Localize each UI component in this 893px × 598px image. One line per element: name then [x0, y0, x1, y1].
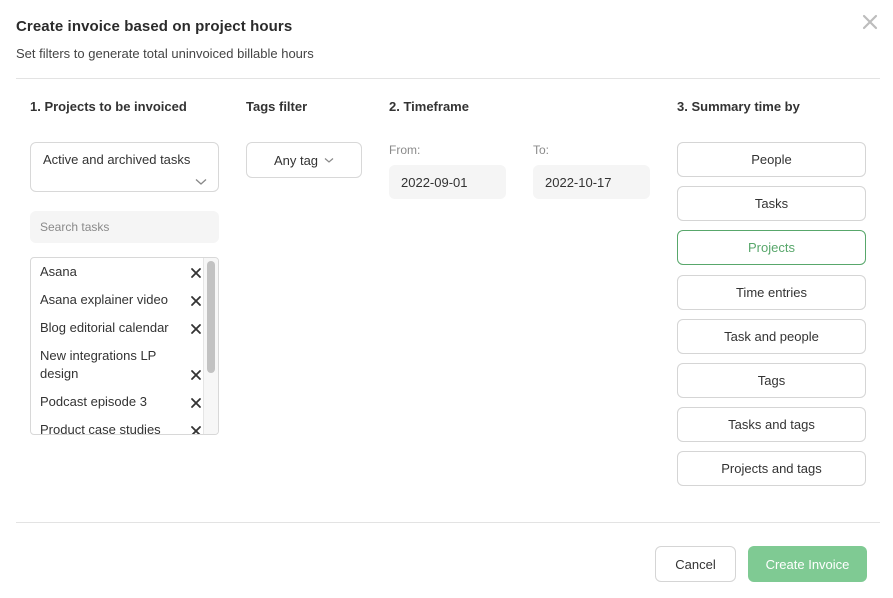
remove-task-icon[interactable]	[189, 396, 203, 410]
tags-select[interactable]: Any tag	[246, 142, 362, 178]
search-tasks-input[interactable]	[30, 211, 219, 243]
summary-option-time-entries[interactable]: Time entries	[677, 275, 866, 310]
chevron-down-icon	[195, 178, 207, 186]
summary-option-projects[interactable]: Projects	[677, 230, 866, 265]
task-list-scrollbar[interactable]	[203, 258, 218, 434]
tags-select-value: Any tag	[273, 152, 319, 168]
dialog-subtitle: Set filters to generate total uninvoiced…	[16, 46, 314, 61]
footer-divider	[16, 522, 880, 523]
summary-option-people[interactable]: People	[677, 142, 866, 177]
projects-select-value: Active and archived tasks	[43, 152, 191, 167]
task-list: Asana Asana explainer video Blog editorial…	[30, 257, 219, 435]
summary-option-tags[interactable]: Tags	[677, 363, 866, 398]
task-list-item: Blog editorial calendar	[31, 314, 203, 342]
task-name: Product case studies	[40, 422, 161, 435]
remove-task-icon[interactable]	[189, 424, 203, 434]
from-date-input[interactable]	[389, 165, 506, 199]
close-icon[interactable]	[859, 11, 881, 33]
timeframe-label: 2. Timeframe	[389, 99, 469, 114]
scrollbar-thumb[interactable]	[207, 261, 215, 373]
tags-filter-label: Tags filter	[246, 99, 308, 114]
chevron-down-icon	[324, 157, 334, 164]
task-name: Blog editorial calendar	[40, 320, 169, 335]
remove-task-icon[interactable]	[189, 368, 203, 382]
task-list-item: Asana	[31, 258, 203, 286]
from-label: From:	[389, 143, 421, 157]
to-label: To:	[533, 143, 550, 157]
projects-label: 1. Projects to be invoiced	[30, 99, 187, 114]
remove-task-icon[interactable]	[189, 294, 203, 308]
header-divider	[16, 78, 880, 79]
task-name: Podcast episode 3	[40, 394, 147, 409]
summary-label: 3. Summary time by	[677, 99, 800, 114]
cancel-button[interactable]: Cancel	[655, 546, 736, 582]
summary-option-tasks-and-tags[interactable]: Tasks and tags	[677, 407, 866, 442]
task-name: Asana	[40, 264, 77, 279]
task-list-item: New integrations LP design	[31, 342, 203, 388]
task-list-item: Asana explainer video	[31, 286, 203, 314]
summary-option-projects-and-tags[interactable]: Projects and tags	[677, 451, 866, 486]
remove-task-icon[interactable]	[189, 322, 203, 336]
remove-task-icon[interactable]	[189, 266, 203, 280]
task-list-item: Podcast episode 3	[31, 388, 203, 416]
summary-option-tasks[interactable]: Tasks	[677, 186, 866, 221]
task-list-item: Product case studies	[31, 416, 203, 435]
to-date-input[interactable]	[533, 165, 650, 199]
task-name: New integrations LP design	[40, 348, 157, 381]
task-name: Asana explainer video	[40, 292, 168, 307]
create-invoice-button[interactable]: Create Invoice	[748, 546, 867, 582]
projects-select[interactable]: Active and archived tasks	[30, 142, 219, 192]
summary-option-task-and-people[interactable]: Task and people	[677, 319, 866, 354]
dialog-title: Create invoice based on project hours	[16, 18, 293, 35]
